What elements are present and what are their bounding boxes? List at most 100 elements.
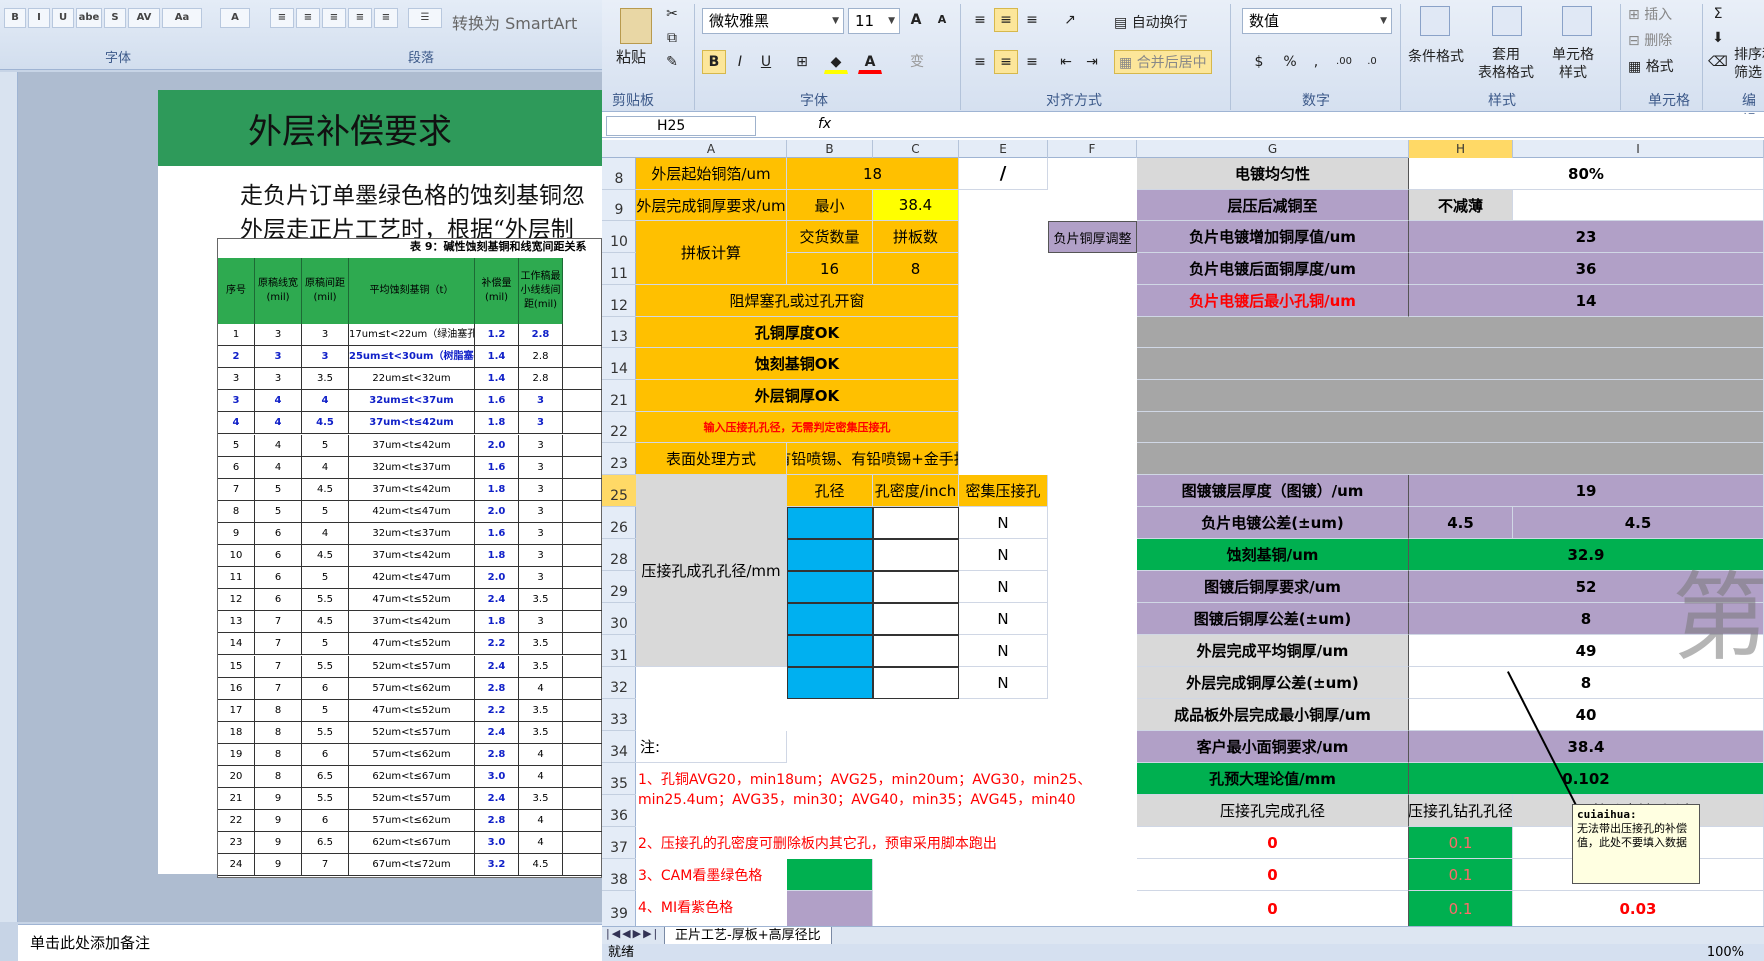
cell-a23[interactable]: 表面处理方式 (636, 443, 787, 475)
cell-b-hole[interactable] (787, 635, 873, 667)
cell-e-dense[interactable]: N (959, 635, 1048, 667)
row-header[interactable]: 39 (602, 891, 636, 928)
row-header[interactable]: 26 (602, 507, 636, 539)
cell-c9[interactable]: 38.4 (873, 190, 959, 221)
cell-h17[interactable]: 40 (1409, 699, 1764, 731)
italic-button[interactable]: I (728, 50, 752, 74)
cell-b25[interactable]: 孔径 (787, 475, 873, 507)
cell-a25[interactable]: 压接孔成孔孔径/mm (636, 475, 787, 667)
merge-center-button[interactable]: ▦ 合并后居中 (1114, 50, 1212, 74)
bold-button[interactable]: B (702, 50, 726, 74)
name-box[interactable]: H25 (606, 116, 756, 136)
italic-button[interactable]: I (28, 8, 50, 28)
cell-e-dense[interactable]: N (959, 539, 1048, 571)
delete-button[interactable]: ⊟ 删除 (1628, 30, 1672, 50)
decrease-indent-icon[interactable]: ⇤ (1054, 50, 1078, 74)
percent-icon[interactable]: % (1278, 50, 1302, 74)
font-name-select[interactable]: 微软雅黑 ▼ (702, 8, 844, 34)
cell-b-hole[interactable] (787, 603, 873, 635)
table-row[interactable]: 8 5 5 42um<t≤47um 2.0 3 (218, 500, 602, 523)
cell-comment[interactable]: cuiaihua: 无法带出压接孔的补偿值，此处不要填入数据 (1572, 804, 1700, 884)
bold-button[interactable]: B (4, 8, 26, 28)
shadow-button[interactable]: S (104, 8, 126, 28)
cell-e8[interactable]: / (959, 158, 1048, 190)
column-header-f[interactable]: F (1048, 140, 1137, 158)
cell-b-hole[interactable] (787, 539, 873, 571)
cell-c-density[interactable] (873, 603, 959, 635)
cell-g17[interactable]: 成品板外层完成最小铜厚/um (1137, 699, 1409, 731)
cell-style-button[interactable]: 单元格 样式 (1552, 46, 1594, 82)
cell-b-hole[interactable] (787, 571, 873, 603)
row-header[interactable]: 28 (602, 539, 636, 571)
cut-icon[interactable]: ✂ (660, 2, 684, 26)
format-painter-icon[interactable]: ✎ (660, 50, 684, 74)
zoom-level[interactable]: 100% (1707, 944, 1744, 961)
table-row[interactable]: 23 9 6.5 62um<t≤67um 3.0 4 (218, 832, 602, 855)
cell-b11[interactable]: 16 (787, 253, 873, 285)
column-header-i[interactable]: I (1513, 140, 1764, 158)
cell-c-density[interactable] (873, 539, 959, 571)
align-left-button[interactable]: ≡ (270, 8, 294, 28)
cell-g15[interactable]: 外层完成平均铜厚/um (1137, 635, 1409, 667)
row-header[interactable]: 10 (602, 221, 636, 253)
cell-e25[interactable]: 密集压接孔 (959, 475, 1048, 507)
row-header[interactable]: 22 (602, 412, 636, 443)
sheet-tab[interactable]: 正片工艺-厚板+高厚径比 (664, 927, 832, 945)
cell-g11[interactable]: 负片电镀公差(±um) (1137, 507, 1409, 539)
cell-g-gray[interactable] (1137, 443, 1764, 475)
cell-b23[interactable]: 有铅喷锡、有铅喷锡+金手指 (787, 443, 959, 475)
row-header[interactable]: 11 (602, 253, 636, 285)
align-left-icon[interactable]: ≡ (968, 50, 992, 74)
column-header-h[interactable]: H (1409, 140, 1513, 158)
cell-a12[interactable]: 阻焊塞孔或过孔开窗 (636, 285, 959, 317)
row-header[interactable]: 38 (602, 859, 636, 891)
cell-b-hole[interactable] (787, 507, 873, 539)
cell-e-dense[interactable]: N (959, 571, 1048, 603)
column-header-e[interactable]: E (959, 140, 1048, 158)
align-top-icon[interactable]: ≡ (968, 8, 992, 32)
cell-g21[interactable]: 0 (1137, 827, 1409, 859)
cell-g-gray[interactable] (1137, 412, 1764, 443)
conditional-format-button[interactable]: 条件格式 (1408, 46, 1464, 66)
cell-g3[interactable]: 负片电镀后面铜厚度/um (1137, 253, 1409, 285)
paste-button[interactable]: 粘贴 (616, 46, 646, 67)
table-row[interactable]: 12 6 5.5 47um<t≤52um 2.4 3.5 (218, 589, 602, 612)
cell-a14[interactable]: 蚀刻基铜OK (636, 348, 959, 380)
cell-a10[interactable]: 拼板计算 (636, 221, 787, 285)
cell-i11[interactable]: 4.5 (1513, 507, 1764, 539)
cell-b-hole[interactable] (787, 667, 873, 699)
cell-b8[interactable]: 18 (787, 158, 959, 190)
slide-text-line-1[interactable]: 走负片订单墨绿色格的蚀刻基铜忽 (240, 176, 585, 210)
cell-g18[interactable]: 客户最小面铜要求/um (1137, 731, 1409, 763)
cell-g-gray[interactable] (1137, 317, 1764, 348)
clear-icon[interactable]: ⌫ (1706, 50, 1730, 74)
cell-g-gray[interactable] (1137, 380, 1764, 412)
grow-font-icon[interactable]: A (904, 8, 928, 32)
cell-c11[interactable]: 8 (873, 253, 959, 285)
sort-filter-button[interactable]: 排序和 筛选 (1734, 46, 1764, 82)
row-header[interactable]: 33 (602, 699, 636, 731)
fill-color-icon[interactable]: ◆ (824, 50, 848, 74)
table-row[interactable]: 23325um≤t<30um（树脂塞孔）1.42.8 (218, 346, 602, 369)
table-row[interactable]: 4 4 4.5 37um<t≤42um 1.8 3 (218, 412, 602, 435)
column-header-g[interactable]: G (1137, 140, 1409, 158)
cell-g13[interactable]: 图镀后铜厚要求/um (1137, 571, 1409, 603)
distribute-button[interactable]: ≡ (374, 8, 398, 28)
justify-button[interactable]: ≡ (348, 8, 372, 28)
cell-g-gray[interactable] (1137, 348, 1764, 380)
table-row[interactable]: 3 4 4 32um≤t<37um 1.6 3 (218, 390, 602, 413)
fx-icon[interactable]: fx (818, 116, 831, 132)
table-row[interactable]: 10 6 4.5 37um<t≤42um 1.8 3 (218, 545, 602, 567)
cell-b39-purple[interactable] (787, 891, 873, 928)
format-button[interactable]: ▦ 格式 (1628, 56, 1674, 76)
row-header[interactable]: 34 (602, 731, 636, 763)
cell-g1[interactable]: 层压后减铜至 (1137, 190, 1409, 221)
align-middle-icon[interactable]: ≡ (994, 8, 1018, 32)
cell-h4[interactable]: 14 (1409, 285, 1764, 317)
strikethrough-button[interactable]: abe (76, 8, 102, 28)
cell-g20[interactable]: 压接孔完成孔径 (1137, 795, 1409, 827)
cell-g12[interactable]: 蚀刻基铜/um (1137, 539, 1409, 571)
table-row[interactable]: 13 7 4.5 37um<t≤42um 1.8 3 (218, 611, 602, 634)
borders-icon[interactable]: ⊞ (790, 50, 814, 74)
table-row[interactable]: 18 8 5.5 52um<t≤57um 2.4 3.5 (218, 721, 602, 744)
